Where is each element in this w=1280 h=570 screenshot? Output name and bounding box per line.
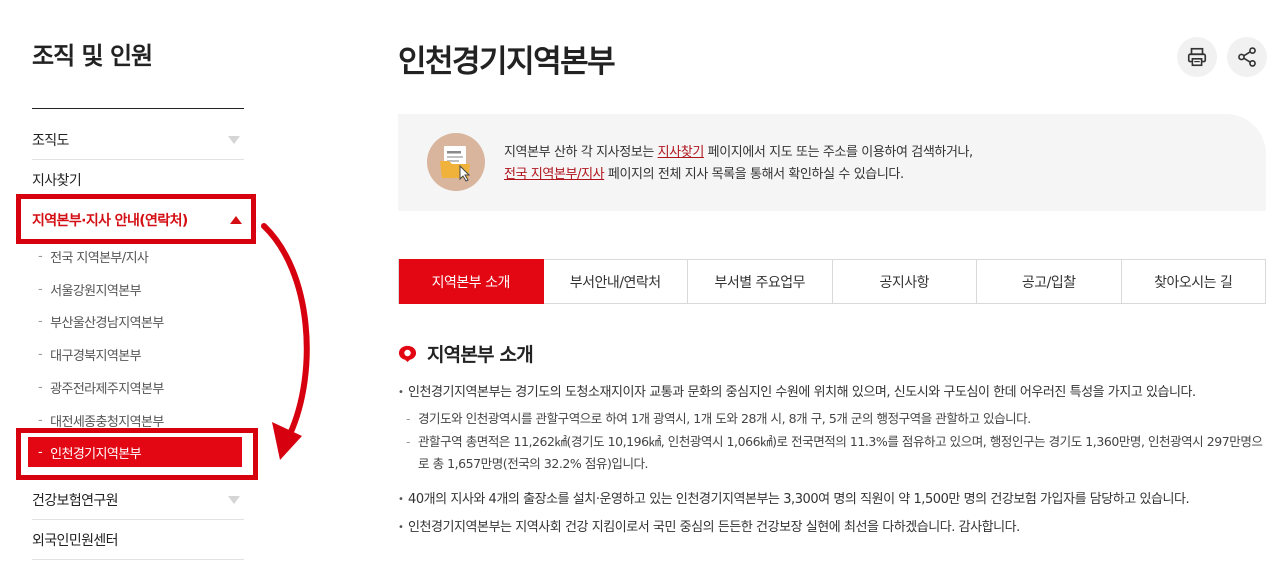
sidebar-item-org-chart[interactable]: 조직도 [32,120,244,160]
printer-icon [1187,47,1207,67]
tab-directions[interactable]: 찾아오시는 길 [1122,260,1266,303]
section-title: 지역본부 소개 [427,344,534,366]
tab-bar: 지역본부 소개 부서안내/연락처 부서별 주요업무 공지사항 공고/입찰 찾아오… [398,259,1266,304]
sidebar-divider [32,108,244,109]
intro-paragraph-2: 40개의 지사와 4개의 출장소를 설치·운영하고 있는 인천경기지역본부는 3… [398,489,1268,511]
document-search-icon [427,133,485,191]
sub-item-daegu[interactable]: - 대구경북지역본부 [38,341,243,367]
chevron-down-icon [228,495,240,504]
share-button[interactable] [1227,37,1267,77]
section-header: 지역본부 소개 [398,340,534,367]
sidebar-item-label: 건강보험연구원 [32,492,119,509]
tab-notices[interactable]: 공지사항 [833,260,977,303]
branch-search-link[interactable]: 지사찾기 [658,145,705,160]
share-icon [1238,47,1256,67]
sidebar-item-label: 조직도 [32,132,69,149]
sub-item-seoul-gangwon[interactable]: - 서울강원지역본부 [38,276,243,302]
tab-bids[interactable]: 공고/입찰 [977,260,1122,303]
sidebar-item-label: 외국인민원센터 [32,532,119,549]
sidebar-item-label: 지사찾기 [32,173,82,189]
sub-item-gwangju[interactable]: - 광주전라제주지역본부 [38,374,243,400]
intro-sub-item-1: 경기도와 인천광역시를 관할구역으로 하여 1개 광역시, 1개 도와 28개 … [398,408,1268,430]
intro-content: 인천경기지역본부는 경기도의 도청소재지이자 교통과 문화의 중심지인 수원에 … [398,382,1268,539]
page-title: 인천경기지역본부 [398,44,616,80]
sub-item-all-regions[interactable]: - 전국 지역본부/지사 [38,243,243,269]
all-regions-link[interactable]: 전국 지역본부/지사 [504,167,605,182]
intro-paragraph-1: 인천경기지역본부는 경기도의 도청소재지이자 교통과 문화의 중심지인 수원에 … [398,382,1268,404]
sidebar: 조직 및 인원 조직도 지사찾기 지역본부·지사 안내(연락처) - 전국 지역본… [0,0,260,570]
highlight-box-menu [16,194,256,244]
tab-departments[interactable]: 부서안내/연락처 [544,260,688,303]
tab-main-tasks[interactable]: 부서별 주요업무 [688,260,833,303]
info-box: 지역본부 산하 각 지사정보는 지사찾기 페이지에서 지도 또는 주소를 이용하… [398,114,1266,211]
print-button[interactable] [1177,37,1217,77]
highlight-box-current [16,428,258,480]
sidebar-title: 조직 및 인원 [32,42,153,70]
sidebar-item-foreigner-center[interactable]: 외국인민원센터 [32,520,244,560]
tab-region-intro[interactable]: 지역본부 소개 [399,259,544,304]
info-text: 지역본부 산하 각 지사정보는 지사찾기 페이지에서 지도 또는 주소를 이용하… [504,145,973,182]
chevron-down-icon [228,135,240,144]
intro-paragraph-3: 인천경기지역본부는 지역사회 건강 지킴이로서 국민 중심의 든든한 건강보장 … [398,517,1268,539]
intro-sub-item-2: 관할구역 총면적은 11,262㎢(경기도 10,196㎢, 인천광역시 1,0… [398,431,1268,475]
sidebar-item-research[interactable]: 건강보험연구원 [32,480,244,520]
speech-bubble-icon [398,345,417,363]
annotation-arrow [261,223,310,460]
sub-item-busan-ulsan[interactable]: - 부산울산경남지역본부 [38,308,243,334]
